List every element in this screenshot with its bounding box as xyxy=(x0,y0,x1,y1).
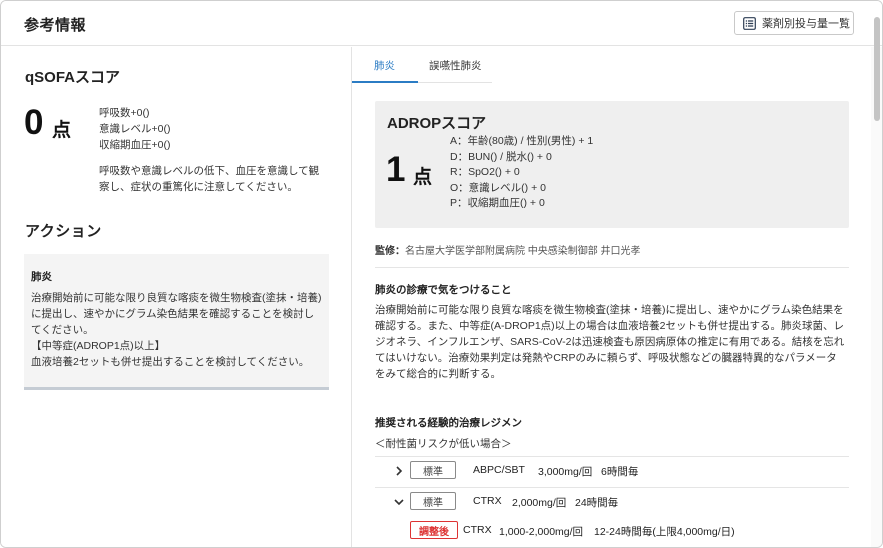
drug-dose: 3,000mg/回 xyxy=(538,466,593,478)
adrop-item: R：SpO2() + 0 xyxy=(450,166,520,178)
adrop-box: ADROPスコア 1 点 A：年齢(80歳) / 性別(男性) + 1 D：BU… xyxy=(375,101,849,228)
qsofa-item: 呼吸数+0() xyxy=(99,107,150,119)
drug-name: ABPC/SBT xyxy=(473,464,525,476)
tab-bar: 肺炎 誤嚥性肺炎 xyxy=(352,47,870,83)
qsofa-score: 0 xyxy=(24,103,44,142)
standard-badge: 標準 xyxy=(410,461,456,479)
action-line: 治療開始前に可能な限り良質な喀痰を微生物検査(塗抹・培養)に提出し、速やかにグラ… xyxy=(31,292,322,336)
drug-frequency: 24時間毎 xyxy=(575,497,619,509)
qsofa-note: 呼吸数や意識レベルの低下、血圧を意識して観察し、症状の重篤化に注意してください。 xyxy=(99,165,320,193)
tab-aspiration-pneumonia[interactable]: 誤嚥性肺炎 xyxy=(429,58,482,73)
active-tab-indicator xyxy=(352,81,418,83)
standard-badge: 標準 xyxy=(410,492,456,510)
supervision-text: 名古屋大学医学部附属病院 中央感染制御部 井口光孝 xyxy=(405,246,641,257)
qsofa-item: 意識レベル+0() xyxy=(99,123,171,135)
drug-name: CTRX xyxy=(463,524,492,536)
page-title: 参考情報 xyxy=(24,17,87,34)
drug-dose: 1,000-2,000mg/回 xyxy=(499,526,584,538)
careful-text: 治療開始前に可能な限り良質な喀痰を微生物検査(塗抹・培養)に提出し、速やかにグラ… xyxy=(375,304,845,380)
left-pane: qSOFAスコア 0 点 呼吸数+0() 意識レベル+0() 収縮期血圧+0()… xyxy=(1,47,351,547)
adrop-item: P：収縮期血圧() + 0 xyxy=(450,197,545,209)
qsofa-score-unit: 点 xyxy=(52,120,72,141)
action-box-text: 治療開始前に可能な限り良質な喀痰を微生物検査(塗抹・培養)に提出し、速やかにグラ… xyxy=(31,290,323,370)
qsofa-item: 収縮期血圧+0() xyxy=(99,139,171,151)
adrop-items: A：年齢(80歳) / 性別(男性) + 1 D：BUN() / 脱水() + … xyxy=(450,134,593,212)
regimen-row[interactable]: 標準 CTRX 2,000mg/回 24時間毎 xyxy=(375,487,849,517)
regimen-title: 推奨される経験的治療レジメン xyxy=(375,417,522,429)
adrop-item: A：年齢(80歳) / 性別(男性) + 1 xyxy=(450,135,594,147)
dose-list-button-label: 薬剤別投与量一覧 xyxy=(762,18,850,30)
reference-panel: 参考情報 薬剤別投与量一覧 qSOFAスコア 0 点 呼吸数+0() 意識レベル… xyxy=(0,0,883,548)
supervision: 監修：名古屋大学医学部附属病院 中央感染制御部 井口光孝 xyxy=(375,242,641,257)
adrop-item: O：意識レベル() + 0 xyxy=(450,181,546,194)
careful-title: 肺炎の診療で気をつけること xyxy=(375,284,512,296)
right-pane: 肺炎 誤嚥性肺炎 ADROPスコア 1 点 A：年齢(80歳) / 性別(男性)… xyxy=(352,47,870,547)
adrop-item: D：BUN() / 脱水() + 0 xyxy=(450,150,552,163)
action-title: アクション xyxy=(25,223,102,240)
regimen-subtitle: ＜耐性菌リスクが低い場合＞ xyxy=(375,438,512,450)
list-icon xyxy=(743,16,756,30)
scrollbar-track[interactable] xyxy=(871,47,882,547)
adjusted-regimen-row: 調整後 CTRX 1,000-2,000mg/回 12-24時間毎(上限4,00… xyxy=(375,517,849,547)
adrop-score: 1 xyxy=(386,150,406,189)
qsofa-title: qSOFAスコア xyxy=(25,69,121,86)
action-box: 肺炎 治療開始前に可能な限り良質な喀痰を微生物検査(塗抹・培養)に提出し、速やか… xyxy=(24,254,329,390)
adrop-title: ADROPスコア xyxy=(387,115,487,132)
drug-frequency: 12-24時間毎(上限4,000mg/日) xyxy=(594,526,735,538)
adrop-score-unit: 点 xyxy=(413,167,433,188)
action-line: 【中等症(ADROP1点)以上】 xyxy=(31,340,166,352)
dose-list-button[interactable]: 薬剤別投与量一覧 xyxy=(734,11,854,35)
action-line: 血液培養2セットも併せ提出することを検討してください。 xyxy=(31,356,310,368)
chevron-down-icon[interactable] xyxy=(393,496,405,508)
supervision-label: 監修： xyxy=(375,246,405,257)
action-box-title: 肺炎 xyxy=(31,271,52,283)
tab-underline xyxy=(418,82,492,83)
drug-name: CTRX xyxy=(473,495,502,507)
qsofa-items: 呼吸数+0() 意識レベル+0() 収縮期血圧+0() xyxy=(99,105,170,153)
tab-pneumonia[interactable]: 肺炎 xyxy=(374,58,395,73)
scrollbar-thumb[interactable] xyxy=(874,17,880,121)
drug-frequency: 6時間毎 xyxy=(601,466,639,478)
adjusted-badge: 調整後 xyxy=(410,521,458,539)
header: 参考情報 薬剤別投与量一覧 xyxy=(1,1,882,46)
chevron-right-icon[interactable] xyxy=(393,465,405,477)
drug-dose: 2,000mg/回 xyxy=(512,497,567,509)
regimen-row[interactable]: 標準 ABPC/SBT 3,000mg/回 6時間毎 xyxy=(375,456,849,486)
divider xyxy=(375,267,849,268)
